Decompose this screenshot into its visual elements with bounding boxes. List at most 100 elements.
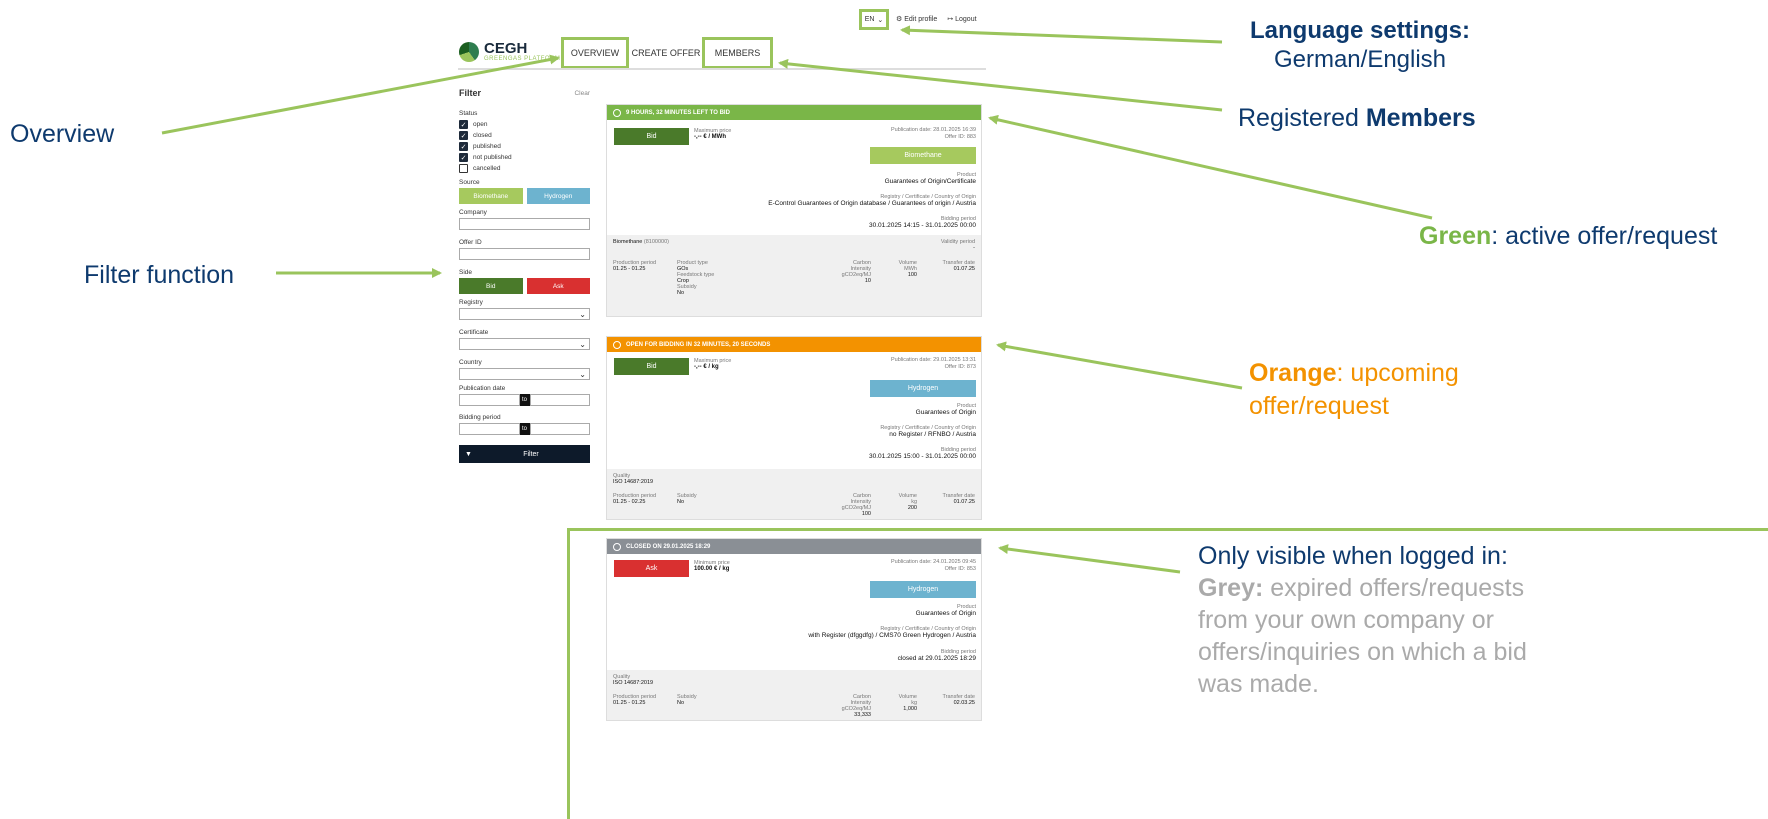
- card-status-text: CLOSED ON 29.01.2025 18:29: [626, 543, 711, 550]
- subsidy-value: No: [677, 499, 685, 505]
- status-label-text: published: [473, 143, 501, 150]
- publication-date: Publication date: 24.01.2025 09:45: [890, 559, 976, 565]
- card-status-bar: OPEN FOR BIDDING IN 32 MINUTES, 20 SECON…: [607, 337, 981, 352]
- registry-value: E-Control Guarantees of Origin database …: [768, 200, 976, 207]
- edit-profile-link[interactable]: ⚙ Edit profile: [896, 15, 937, 23]
- chevron-down-icon: ⌄: [579, 369, 586, 379]
- publication-date-from[interactable]: [459, 394, 520, 406]
- filter-button[interactable]: ▼ Filter: [459, 445, 590, 463]
- carbon-intensity-label: Carbon Intensity: [850, 260, 871, 272]
- chevron-down-icon: ⌄: [877, 16, 884, 24]
- status-label-text: cancelled: [473, 165, 501, 172]
- publication-date-to[interactable]: [529, 394, 590, 406]
- status-checkbox-open[interactable]: ✓ open: [459, 119, 590, 130]
- status-checkbox-cancelled[interactable]: cancelled: [459, 163, 590, 174]
- country-select[interactable]: ⌄: [459, 368, 590, 380]
- price-value: -,-- € / MWh: [694, 134, 726, 140]
- annotation-language: Language settings: German/English: [1210, 16, 1510, 74]
- offer-card-upcoming[interactable]: OPEN FOR BIDDING IN 32 MINUTES, 20 SECON…: [606, 336, 982, 520]
- product-block: Product Guarantees of Origin: [916, 604, 976, 617]
- side-badge: Bid: [614, 358, 689, 375]
- status-checkbox-published[interactable]: ✓ published: [459, 141, 590, 152]
- offer-card-closed[interactable]: CLOSED ON 29.01.2025 18:29 Ask Minimum p…: [606, 538, 982, 721]
- bidding-period-from[interactable]: [459, 423, 520, 435]
- registry-label: Registry: [459, 299, 483, 306]
- volume-value: 200: [907, 505, 917, 511]
- tab-overview[interactable]: OVERVIEW: [561, 37, 629, 69]
- logout-icon: ↦: [947, 16, 956, 23]
- arrow-green: [988, 114, 1433, 220]
- status-label-text: not published: [473, 154, 512, 161]
- annotation-language-title: Language settings:: [1249, 17, 1471, 44]
- annotation-grey-line2: expired offers/requests: [1263, 574, 1525, 602]
- clock-icon: [613, 340, 621, 349]
- country-label: Country: [459, 359, 482, 366]
- source-hydrogen-button[interactable]: Hydrogen: [526, 188, 590, 204]
- carbon-intensity-label: Carbon Intensity: [850, 493, 871, 505]
- checkmark-icon: ✓: [459, 131, 468, 140]
- registry-block: Registry / Certificate / Country of Orig…: [768, 194, 976, 207]
- clear-filter-link[interactable]: Clear: [574, 90, 590, 97]
- offer-id-input[interactable]: [459, 248, 590, 260]
- card-status-bar: 9 HOURS, 32 MINUTES LEFT TO BID: [607, 105, 981, 120]
- tab-members[interactable]: MEMBERS: [702, 37, 773, 69]
- side-ask-button[interactable]: Ask: [526, 278, 590, 294]
- product-value: Guarantees of Origin: [915, 409, 976, 416]
- product-value: Guarantees of Origin: [915, 610, 976, 617]
- checkmark-icon: ✓: [459, 142, 468, 151]
- details-title-extra: (8100000): [643, 239, 669, 245]
- annotation-grey: Only visible when logged in: Grey: expir…: [1198, 540, 1527, 700]
- annotation-filter: Filter function: [84, 261, 235, 289]
- validity-label: Validity period: [940, 239, 975, 245]
- registry-select[interactable]: ⌄: [459, 308, 590, 320]
- annotation-grey-line4: offers/inquiries on which a bid: [1198, 638, 1527, 666]
- status-label-text: open: [473, 121, 488, 128]
- language-select[interactable]: EN ⌄: [859, 9, 889, 30]
- company-input[interactable]: [459, 218, 590, 230]
- registry-block: Registry / Certificate / Country of Orig…: [880, 425, 976, 438]
- logout-link[interactable]: ↦ Logout: [947, 15, 976, 23]
- chevron-down-icon: ⌄: [579, 339, 586, 349]
- arrow-members: [778, 58, 1223, 112]
- offer-id-label: Offer ID: [459, 239, 482, 246]
- carbon-intensity-value: 33,333: [854, 712, 871, 718]
- side-label: Side: [459, 269, 473, 276]
- price-value: -,-- € / kg: [694, 364, 719, 370]
- bidding-period-range: to: [459, 423, 590, 435]
- annotation-grey-line5: was made.: [1198, 670, 1319, 698]
- source-badge: Hydrogen: [870, 581, 976, 598]
- tab-create-offer[interactable]: CREATE OFFER: [631, 37, 701, 69]
- carbon-intensity-value: 10: [864, 278, 871, 284]
- offer-card-active[interactable]: 9 HOURS, 32 MINUTES LEFT TO BID Bid Maxi…: [606, 104, 982, 317]
- price-block: Minimum price 100.00 € / kg: [694, 560, 730, 572]
- side-bid-button[interactable]: Bid: [459, 278, 523, 294]
- bidding-value: 30.01.2025 14:15 - 31.01.2025 00:00: [869, 222, 976, 229]
- bidding-value: closed at 29.01.2025 18:29: [897, 655, 976, 662]
- bidding-period-to[interactable]: [529, 423, 590, 435]
- certificate-select[interactable]: ⌄: [459, 338, 590, 350]
- details-title: Biomethane: [613, 239, 643, 245]
- transfer-date-value: 02.03.25: [953, 700, 975, 706]
- logo-subtitle: GREENGAS PLATFORM: [484, 56, 561, 62]
- status-checkbox-not-published[interactable]: ✓ not published: [459, 152, 590, 163]
- annotation-orange-bold: Orange: [1249, 359, 1337, 387]
- annotation-orange-rest: : upcoming: [1336, 359, 1459, 387]
- source-label: Source: [459, 179, 480, 186]
- logo[interactable]: CEGH GREENGAS PLATFORM: [459, 41, 560, 62]
- product-block: Product Guarantees of Origin: [916, 403, 976, 416]
- arrow-language: [900, 25, 1223, 44]
- product-value: Guarantees of Origin/Certificate: [884, 178, 976, 185]
- source-biomethane-button[interactable]: Biomethane: [459, 188, 523, 204]
- filter-title: Filter: [459, 88, 482, 98]
- checkmark-icon: ✓: [459, 153, 468, 162]
- side-badge: Bid: [614, 128, 689, 145]
- price-block: Maximum price -,-- € / kg: [694, 358, 731, 370]
- price-block: Maximum price -,-- € / MWh: [694, 128, 731, 140]
- status-label: Status: [459, 110, 478, 117]
- status-checkbox-closed[interactable]: ✓ closed: [459, 130, 590, 141]
- annotation-members-bold: Members: [1365, 104, 1476, 132]
- publication-date-range: to: [459, 394, 590, 406]
- company-label: Company: [459, 209, 487, 216]
- language-value: EN: [864, 16, 875, 23]
- publication-date-label: Publication date: [459, 385, 506, 392]
